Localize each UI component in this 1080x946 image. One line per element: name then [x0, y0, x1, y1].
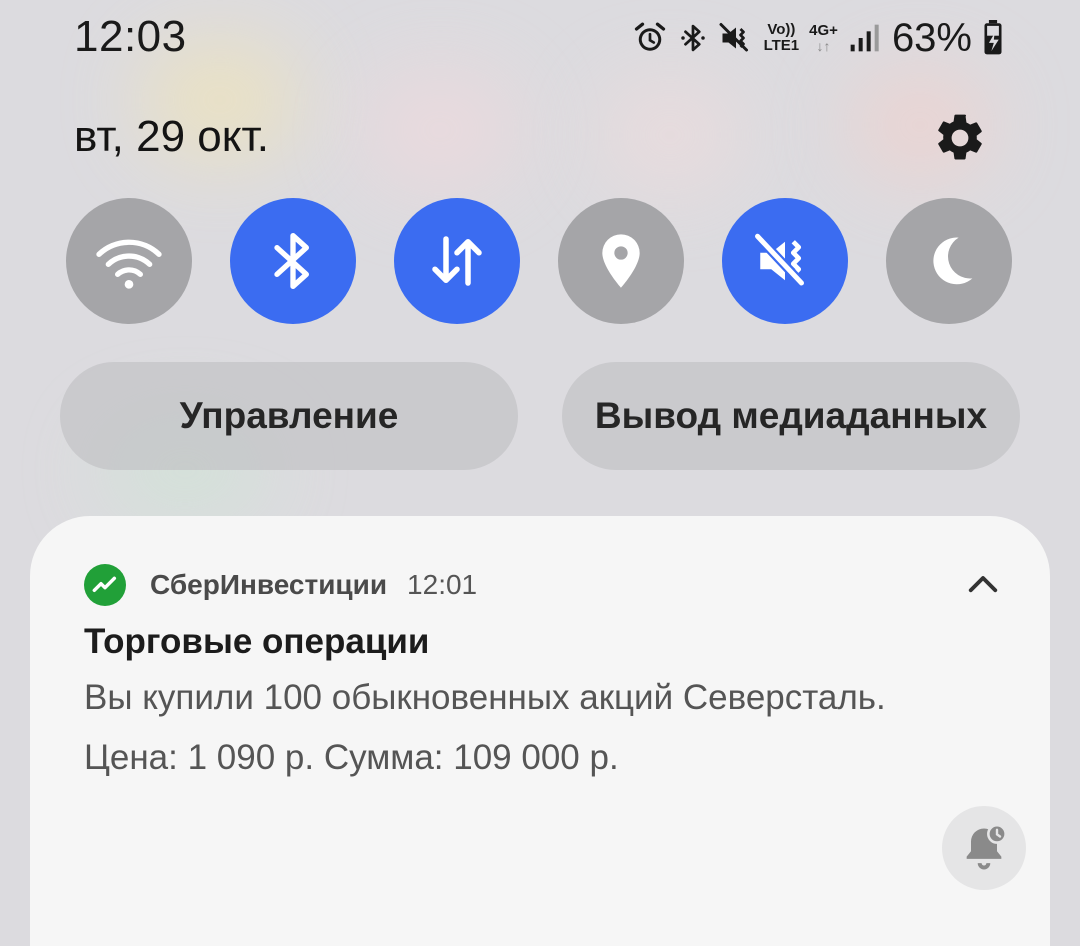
notification-text-line-2: Цена: 1 090 р. Сумма: 109 000 р.: [84, 738, 619, 777]
moon-icon: [933, 237, 973, 285]
network-label: 4G+: [809, 22, 838, 39]
wallpaper-glow-pink-2: [600, 80, 740, 190]
bluetooth-tile[interactable]: [230, 198, 356, 324]
notification-app-name: СберИнвестиции: [150, 569, 388, 600]
notification-time: 12:01: [407, 569, 478, 600]
snooze-button[interactable]: [942, 806, 1026, 890]
location-pin-icon: [602, 234, 640, 288]
wifi-tile[interactable]: [66, 198, 192, 324]
quick-settings-tiles: [66, 198, 1014, 324]
chevron-up-icon: [968, 576, 998, 593]
wifi-icon: [96, 239, 162, 289]
data-arrows-icon: ↓↑: [816, 38, 831, 54]
control-button[interactable]: Управление: [60, 362, 518, 470]
sber-icon: [84, 564, 126, 606]
battery-percent: 63%: [891, 15, 972, 60]
data-arrows-icon: [432, 236, 482, 286]
lte-label: LTE1: [763, 37, 800, 54]
wallpaper-glow-pink: [360, 70, 520, 190]
notification-text-line-1: Вы купили 100 обыкновенных акций Северст…: [84, 678, 886, 717]
collapse-button[interactable]: [960, 564, 1006, 606]
volte-icon: Vo)) LTE1: [764, 22, 800, 54]
mobile-data-tile[interactable]: [394, 198, 520, 324]
date-label: вт, 29 окт.: [74, 112, 270, 161]
gear-icon: [938, 114, 982, 160]
vibrate-tile[interactable]: [722, 198, 848, 324]
media-output-button-label: Вывод медиаданных: [594, 395, 988, 436]
volte-label: Vo)): [767, 21, 796, 38]
signal-icon: [850, 24, 879, 52]
night-mode-tile[interactable]: [886, 198, 1012, 324]
notification-title: Торговые операции: [84, 622, 430, 661]
notification-header: СберИнвестиции 12:01: [84, 564, 477, 606]
location-tile[interactable]: [558, 198, 684, 324]
control-button-label: Управление: [179, 395, 399, 436]
vibrate-icon: [752, 231, 807, 288]
settings-button[interactable]: [932, 110, 988, 166]
status-clock: 12:03: [74, 12, 187, 61]
bluetooth-icon: [274, 233, 309, 289]
network-type: 4G+ ↓↑: [809, 22, 838, 54]
vibrate-icon: [719, 23, 748, 52]
bluetooth-icon: [680, 24, 705, 52]
alarm-icon: [634, 22, 665, 51]
media-output-button[interactable]: Вывод медиаданных: [562, 362, 1020, 470]
status-bar: 12:03 Vo)) LTE1 4G+ ↓↑ 63%: [0, 0, 1080, 80]
status-icons: Vo)) LTE1 4G+ ↓↑ 63%: [632, 14, 1004, 62]
bell-snooze-icon: [966, 823, 1007, 870]
notification-card[interactable]: СберИнвестиции 12:01 Торговые операции В…: [30, 516, 1050, 946]
battery-charging-icon: [984, 20, 1002, 55]
